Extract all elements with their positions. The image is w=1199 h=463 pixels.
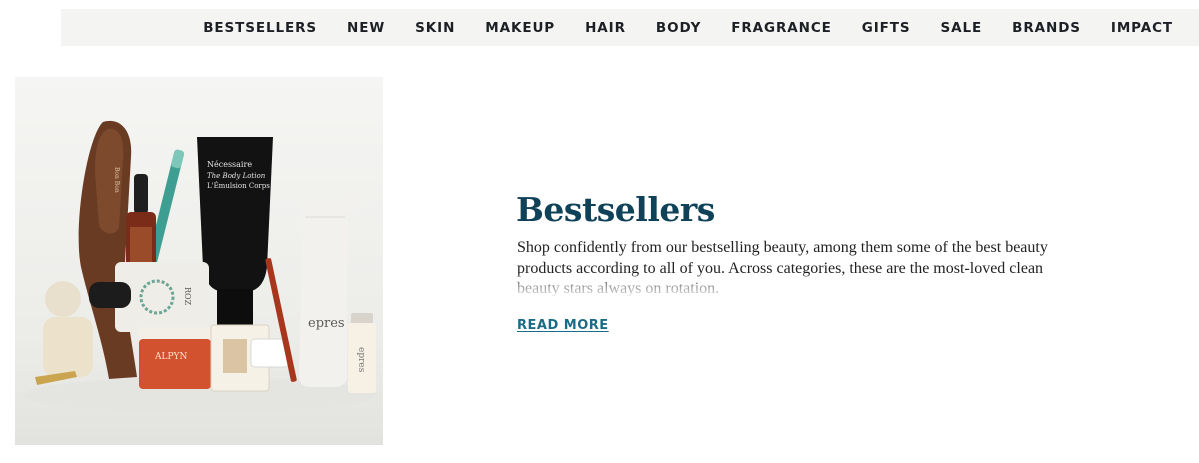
nav-item-hair[interactable]: HAIR xyxy=(585,20,626,36)
tub-brand-label: ROZ xyxy=(183,287,192,306)
product-arrangement-illustration: Bon Bon Nécessaire The Body Lotion L'Ému… xyxy=(25,120,376,413)
nav-item-sale[interactable]: SALE xyxy=(941,20,983,36)
nav-item-impact[interactable]: IMPACT xyxy=(1111,20,1173,36)
bestsellers-hero-image: Bon Bon Nécessaire The Body Lotion L'Ému… xyxy=(15,77,383,445)
nav-item-skin[interactable]: SKIN xyxy=(415,20,455,36)
nav-item-brands[interactable]: BRANDS xyxy=(1012,20,1081,36)
nav-item-body[interactable]: BODY xyxy=(656,20,701,36)
vial-brand-label: epres xyxy=(356,347,366,373)
spray-bottle-brand-label: epres xyxy=(308,316,345,331)
description-fade-overlay xyxy=(517,274,1057,296)
orange-jar-product: ALPYN xyxy=(139,327,211,389)
tube-brand-label: Nécessaire xyxy=(207,160,252,169)
orange-jar-brand-label: ALPYN xyxy=(154,352,187,362)
nav-item-gifts[interactable]: GIFTS xyxy=(862,20,911,36)
brush-brand-label: Bon Bon xyxy=(113,167,120,193)
nav-item-bestsellers[interactable]: BESTSELLERS xyxy=(203,20,317,36)
read-more-link[interactable]: READ MORE xyxy=(517,318,609,333)
tube-line1-label: The Body Lotion xyxy=(207,172,266,180)
nav-menu: BESTSELLERS NEW SKIN MAKEUP HAIR BODY FR… xyxy=(203,9,1173,46)
page-title: Bestsellers xyxy=(516,190,715,229)
nav-item-makeup[interactable]: MAKEUP xyxy=(485,20,555,36)
sphere-bottle-product xyxy=(35,281,93,385)
nav-item-fragrance[interactable]: FRAGRANCE xyxy=(731,20,832,36)
tube-line2-label: L'Émulsion Corps xyxy=(207,181,270,190)
hero-description-container: Shop confidently from our bestselling be… xyxy=(517,238,1057,296)
vial-product: epres xyxy=(348,313,376,393)
nav-item-new[interactable]: NEW xyxy=(347,20,385,36)
main-navigation: BESTSELLERS NEW SKIN MAKEUP HAIR BODY FR… xyxy=(61,9,1199,46)
